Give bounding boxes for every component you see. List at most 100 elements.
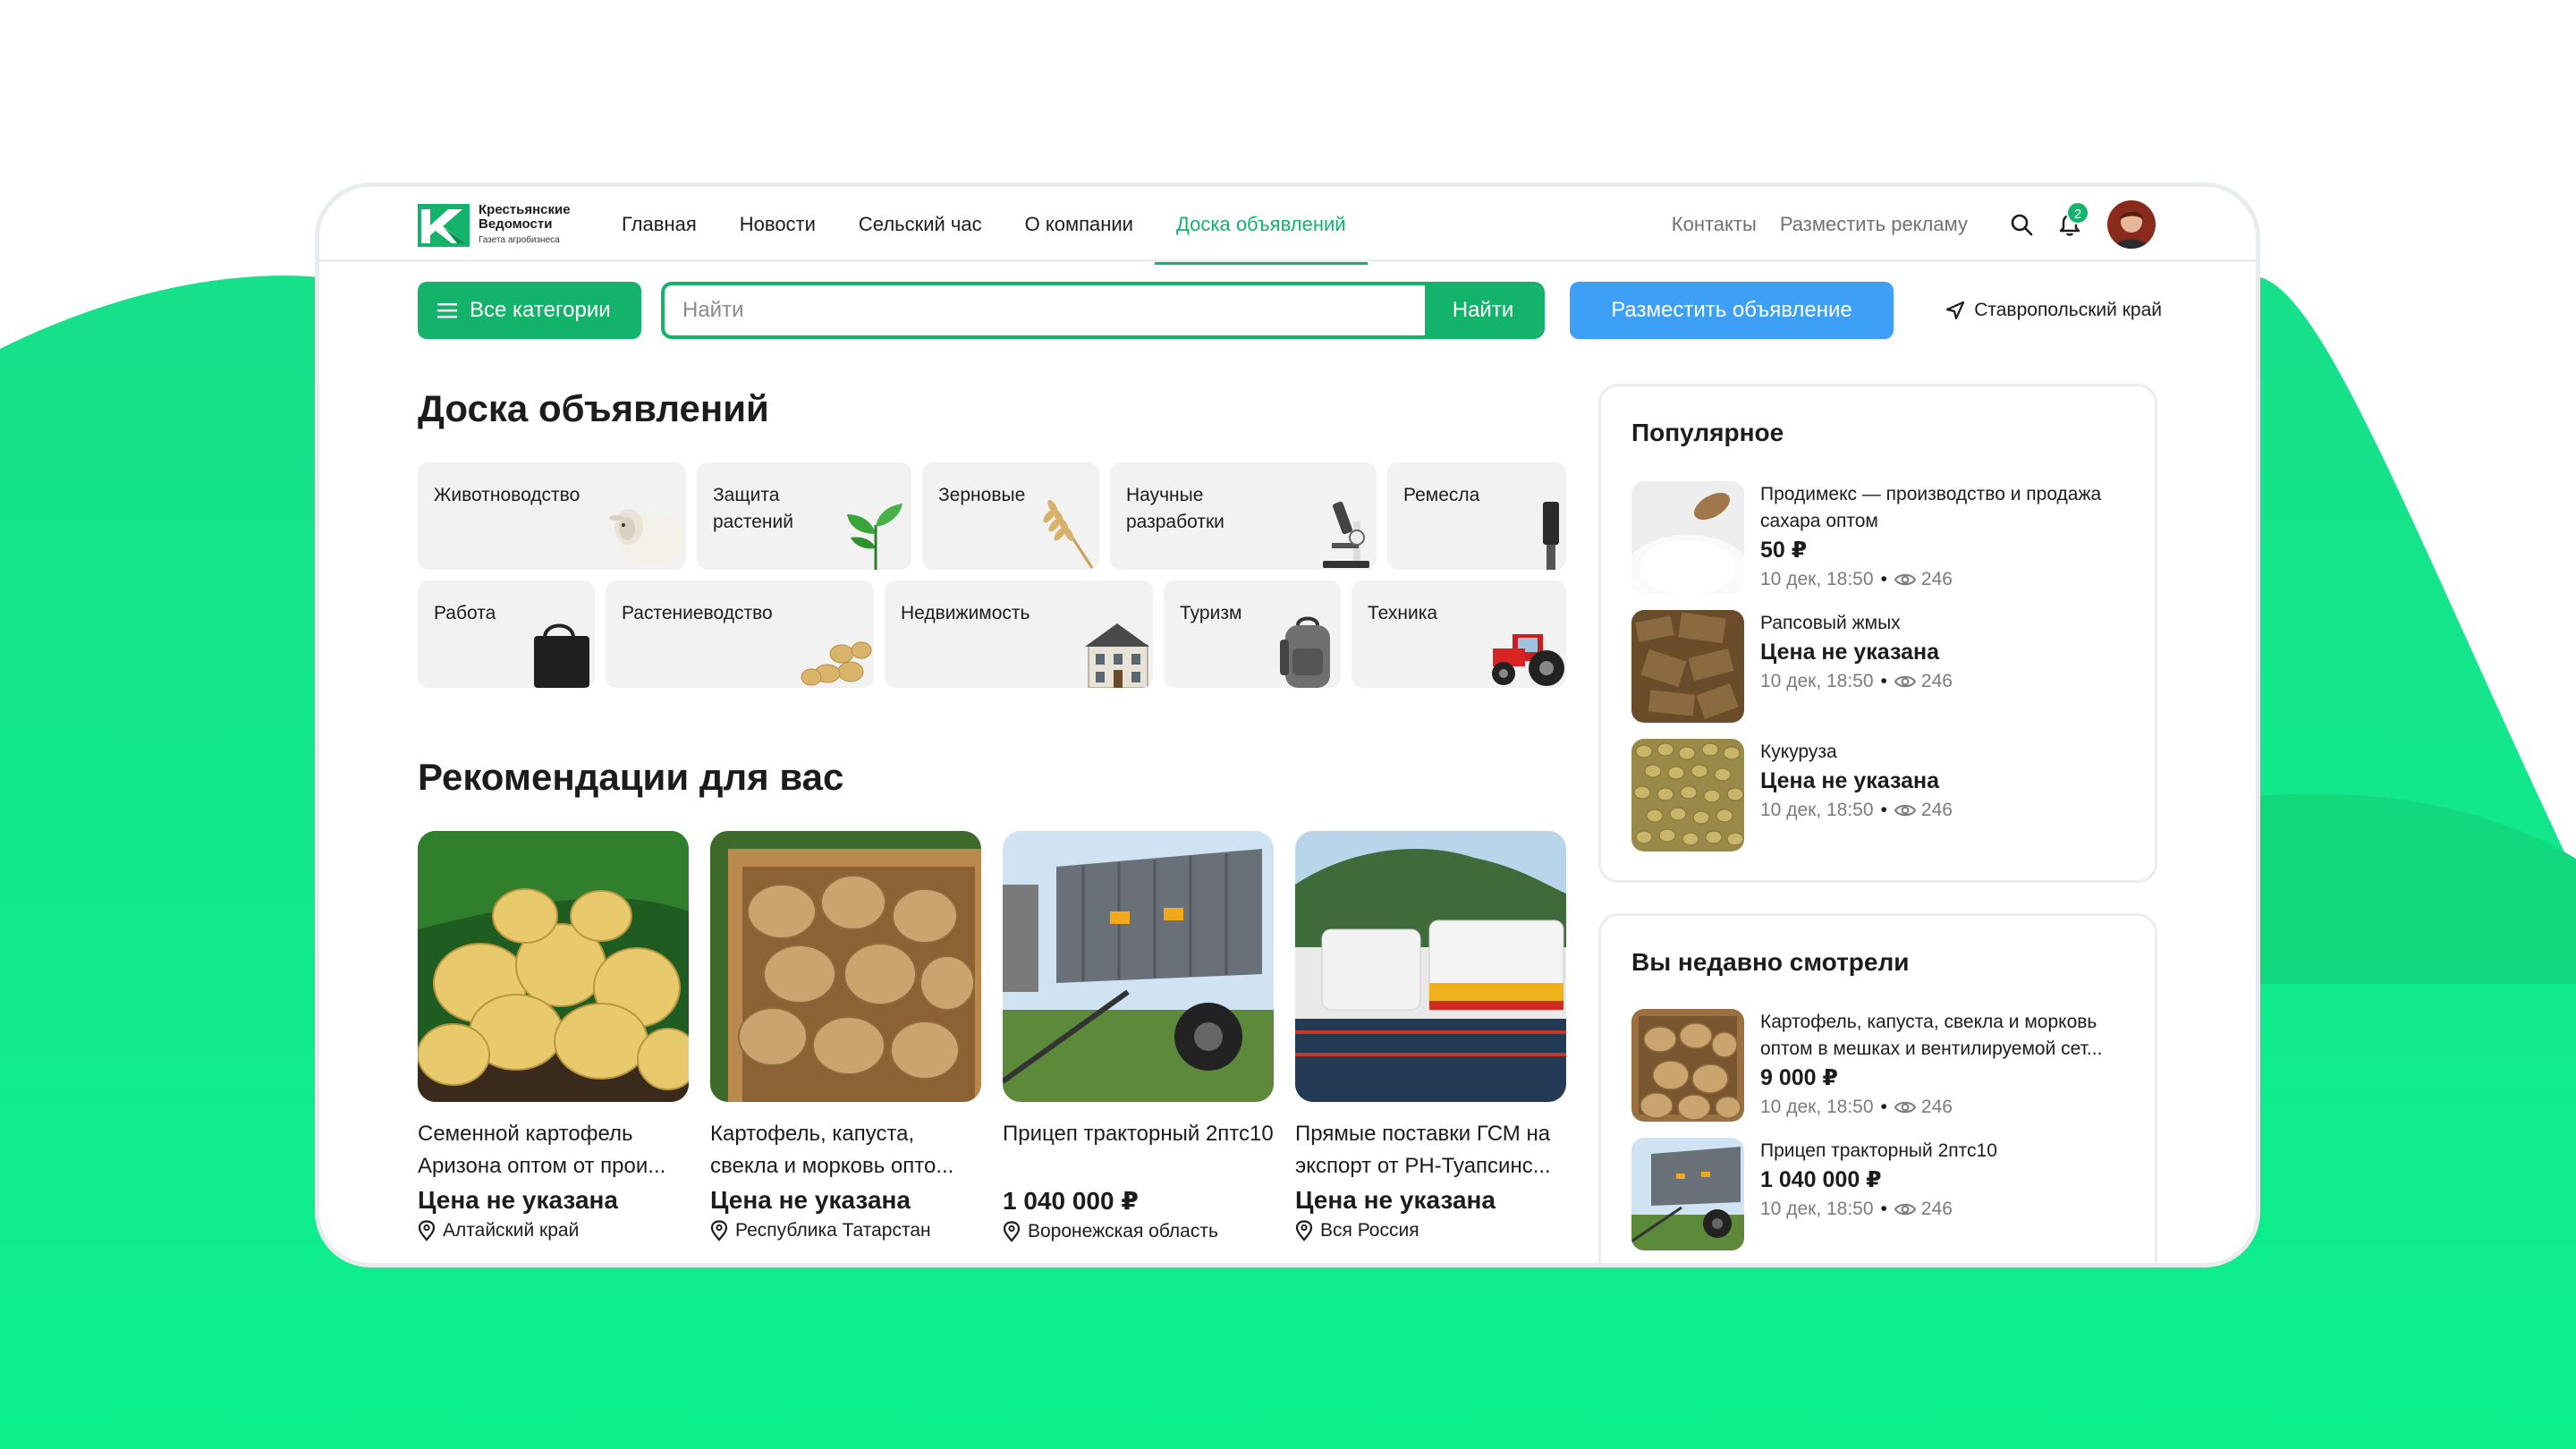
location-pin-icon [418, 1220, 436, 1241]
wheat-icon [1043, 499, 1094, 569]
category-label: Туризм [1180, 603, 1242, 623]
logo-name-line2: Ведомости [479, 216, 553, 232]
category-label: Недвижимость [901, 603, 1030, 623]
category-tourism[interactable]: Туризм [1164, 580, 1341, 688]
recommendation-price: Цена не указана [1295, 1186, 1496, 1214]
eye-icon [1894, 1101, 1916, 1114]
eye-icon [1894, 804, 1916, 817]
trailer-photo [1003, 831, 1274, 1102]
all-categories-button[interactable]: Все категории [418, 282, 641, 339]
recommendation-title: Семенной картофель Аризона оптом от прои… [418, 1122, 666, 1178]
house-icon [1085, 623, 1149, 688]
category-label: Растениеводство [622, 603, 773, 623]
recommendation-title: Картофель, капуста, свекла и морковь опт… [710, 1122, 954, 1178]
category-label: Ремесла [1403, 485, 1480, 505]
recent-item[interactable]: Картофель, капуста, свекла и морковь опт… [1631, 1009, 2145, 1122]
post-ad-button[interactable]: Разместить объявление [1570, 282, 1894, 339]
user-avatar[interactable] [2107, 200, 2156, 249]
search-submit-button[interactable]: Найти [1425, 285, 1541, 335]
recommendations-title: Рекомендации для вас [418, 756, 844, 798]
site-logo[interactable]: Крестьянские Ведомости Газета агробизнес… [418, 203, 571, 248]
popular-item[interactable]: Кукуруза Цена не указана 10 дек, 18:50 • … [1631, 739, 2145, 852]
recommendation-card[interactable]: Картофель, капуста, свекла и морковь опт… [710, 831, 981, 1242]
recent-item-body: Прицеп тракторный 2птс10 1 040 000 ₽ 10 … [1760, 1138, 2145, 1250]
popular-title: Популярное [1631, 419, 1784, 446]
top-header: Крестьянские Ведомости Газета агробизнес… [319, 187, 2256, 265]
item-name: Картофель, капуста, свекла и морковь опт… [1760, 1012, 2103, 1059]
item-price: Цена не указана [1760, 640, 1939, 665]
recommendation-card[interactable]: Семенной картофель Аризона оптом от прои… [418, 831, 689, 1242]
recommendation-title: Прямые поставки ГСМ на экспорт от РН-Туа… [1295, 1122, 1551, 1178]
category-crafts[interactable]: Ремесла [1387, 462, 1566, 570]
nav-item-about[interactable]: О компании [1025, 187, 1133, 262]
item-date: 10 дек, 18:50 [1760, 1097, 1874, 1117]
category-real-estate[interactable]: Недвижимость [885, 580, 1153, 688]
region-selector[interactable]: Ставропольский край [1945, 282, 2162, 339]
location-label: Воронежская область [1028, 1221, 1218, 1241]
nav-item-news[interactable]: Новости [740, 187, 816, 262]
nav-item-home[interactable]: Главная [622, 187, 697, 262]
eye-icon [1894, 675, 1916, 688]
search-box: Найти [661, 282, 1545, 339]
popular-item-body: Кукуруза Цена не указана 10 дек, 18:50 • … [1760, 739, 2145, 852]
item-name: Кукуруза [1760, 741, 1837, 762]
category-machinery[interactable]: Техника [1352, 580, 1566, 688]
item-meta: 10 дек, 18:50 • 246 [1760, 1093, 2145, 1122]
search-button[interactable] [2004, 207, 2039, 242]
recommendation-card[interactable]: Прицеп тракторный 2птс10 1 040 000 ₽ Вор… [1003, 831, 1274, 1242]
recommendation-location: Воронежская область [1003, 1221, 1274, 1242]
logo-tagline: Газета агробизнеса [479, 235, 560, 245]
notifications-button[interactable]: 2 [2052, 201, 2089, 242]
item-meta: 10 дек, 18:50 • 246 [1760, 796, 2145, 825]
recommendation-price: Цена не указана [710, 1186, 911, 1214]
category-jobs[interactable]: Работа [418, 580, 595, 688]
category-row: Животноводство Защита растений Зерновые … [418, 462, 1568, 570]
category-livestock[interactable]: Животноводство [418, 462, 686, 570]
item-name: Прицеп тракторный 2птс10 [1760, 1140, 1997, 1161]
item-date: 10 дек, 18:50 [1760, 800, 1874, 820]
category-plant-protection[interactable]: Защита растений [697, 462, 911, 570]
category-grain[interactable]: Зерновые [922, 462, 1099, 570]
logo-mark-icon [418, 204, 470, 247]
location-pin-icon [710, 1220, 728, 1241]
category-crop-growing[interactable]: Растениеводство [606, 580, 874, 688]
item-price: Цена не указана [1760, 768, 1939, 793]
corn-thumb [1631, 739, 1744, 852]
item-price: 9 000 ₽ [1760, 1065, 1838, 1090]
nav-item-village-hour[interactable]: Сельский час [859, 187, 982, 262]
trailer-thumb [1631, 1138, 1744, 1250]
recommendations-list: Семенной картофель Аризона оптом от прои… [418, 831, 1566, 1242]
location-pin-icon [1295, 1220, 1313, 1241]
category-grid: Животноводство Защита растений Зерновые … [418, 462, 1568, 699]
eye-icon [1894, 1203, 1916, 1216]
category-row: Работа Растениеводство Недвижимость Тури… [418, 580, 1568, 688]
category-label: Зерновые [938, 485, 1026, 505]
search-row: Все категории Найти Разместить объявлени… [418, 282, 2162, 339]
location-label: Республика Татарстан [735, 1220, 931, 1241]
potatoes-crate-thumb [1631, 1009, 1744, 1122]
search-input[interactable] [665, 285, 1425, 335]
recommendation-location: Алтайский край [418, 1220, 689, 1241]
region-label: Ставропольский край [1974, 300, 2162, 320]
advertise-link[interactable]: Разместить рекламу [1780, 213, 1968, 236]
rapeseed-cake-thumb [1631, 610, 1744, 723]
item-date: 10 дек, 18:50 [1760, 1199, 1874, 1219]
item-price: 1 040 000 ₽ [1760, 1167, 1882, 1192]
contacts-link[interactable]: Контакты [1672, 213, 1757, 236]
category-label: Животноводство [434, 485, 580, 505]
recent-item-body: Картофель, капуста, свекла и морковь опт… [1760, 1009, 2145, 1122]
recommendation-price: 1 040 000 ₽ [1003, 1187, 1139, 1215]
bag-icon [534, 623, 589, 688]
category-label: Техника [1368, 603, 1438, 623]
nav-item-classifieds[interactable]: Доска объявлений [1155, 187, 1368, 265]
plant-icon [847, 504, 902, 570]
notification-badge: 2 [2066, 201, 2089, 225]
recently-viewed-panel: Вы недавно смотрели Картофель, капуста, … [1598, 913, 2157, 1263]
item-name: Рапсовый жмых [1760, 613, 1901, 633]
category-science[interactable]: Научные разработки [1110, 462, 1377, 570]
popular-item[interactable]: Продимекс — производство и продажа сахар… [1631, 481, 2145, 594]
main-nav: Главная Новости Сельский час О компании … [622, 187, 1389, 265]
recent-item[interactable]: Прицеп тракторный 2птс10 1 040 000 ₽ 10 … [1631, 1138, 2145, 1250]
popular-item[interactable]: Рапсовый жмых Цена не указана 10 дек, 18… [1631, 610, 2145, 723]
recommendation-card[interactable]: Прямые поставки ГСМ на экспорт от РН-Туа… [1295, 831, 1566, 1242]
